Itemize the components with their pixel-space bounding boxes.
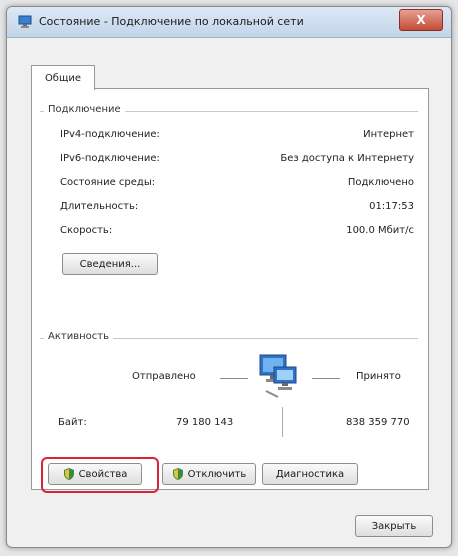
sent-line: [220, 378, 248, 379]
network-computers-icon: [256, 351, 300, 402]
close-window-button[interactable]: X: [399, 9, 443, 31]
bytes-divider: [282, 407, 283, 437]
ipv4-label: IPv4-подключение:: [60, 129, 160, 140]
properties-highlight: [41, 457, 159, 493]
diagnose-button[interactable]: Диагностика: [262, 463, 358, 485]
media-state-label: Состояние среды:: [60, 177, 156, 188]
connection-group-label: Подключение: [44, 104, 125, 115]
ipv4-value: Интернет: [363, 129, 414, 140]
ipv6-label: IPv6-подключение:: [60, 153, 160, 164]
close-button[interactable]: Закрыть: [355, 515, 433, 537]
tab-panel-general: Подключение IPv4-подключение: Интернет I…: [31, 88, 429, 490]
diagnose-button-label: Диагностика: [275, 468, 345, 480]
activity-group-label: Активность: [44, 331, 113, 342]
tab-general[interactable]: Общие: [31, 65, 95, 90]
bytes-sent-value: 79 180 143: [176, 417, 234, 428]
speed-value: 100.0 Мбит/с: [346, 225, 414, 236]
received-label: Принято: [356, 371, 401, 382]
title-bar[interactable]: Состояние - Подключение по локальной сет…: [7, 7, 451, 38]
close-icon: X: [416, 13, 426, 27]
duration-label: Длительность:: [60, 201, 139, 212]
bytes-received-value: 838 359 770: [346, 417, 410, 428]
received-line: [312, 378, 340, 379]
disable-button-label: Отключить: [187, 468, 247, 480]
network-connection-icon: [17, 15, 33, 29]
details-button[interactable]: Сведения...: [62, 253, 158, 275]
disable-button[interactable]: Отключить: [162, 463, 256, 485]
duration-value: 01:17:53: [369, 201, 414, 212]
status-dialog: Состояние - Подключение по локальной сет…: [6, 6, 452, 548]
tab-general-label: Общие: [44, 72, 82, 84]
close-button-label: Закрыть: [371, 520, 417, 532]
media-state-value: Подключено: [347, 177, 414, 188]
bytes-label: Байт:: [58, 417, 87, 428]
speed-label: Скорость:: [60, 225, 113, 236]
sent-label: Отправлено: [132, 371, 196, 382]
ipv6-value: Без доступа к Интернету: [280, 153, 414, 164]
shield-icon: [172, 468, 184, 480]
details-button-label: Сведения...: [79, 258, 141, 270]
window-title: Состояние - Подключение по локальной сет…: [39, 15, 304, 28]
